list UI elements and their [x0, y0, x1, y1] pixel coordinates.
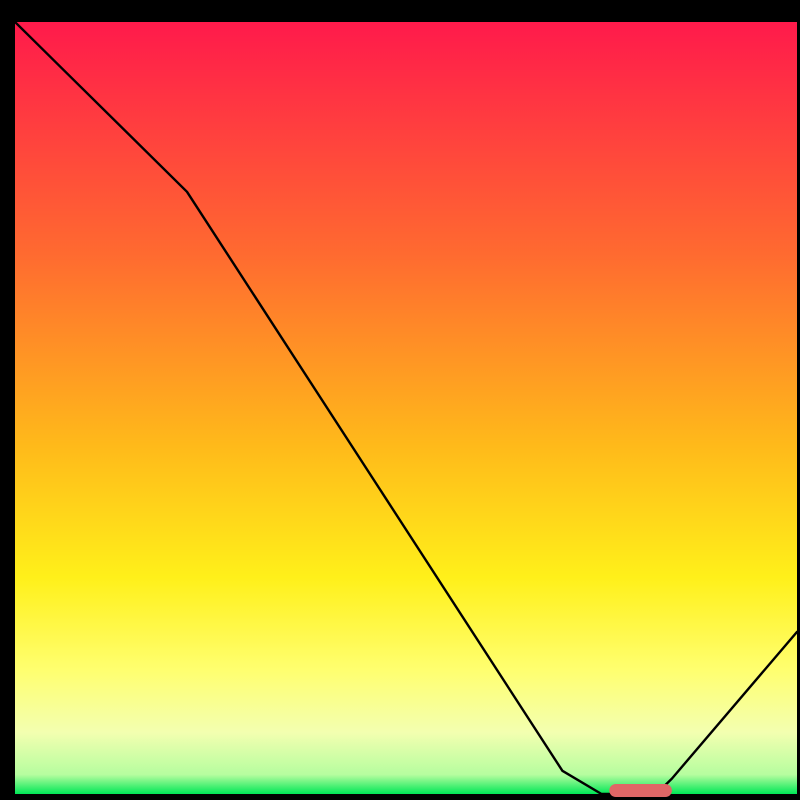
chart-container: TheBottleneck.com	[0, 0, 800, 800]
bottleneck-chart	[0, 0, 800, 800]
optimal-range-marker	[609, 784, 672, 797]
